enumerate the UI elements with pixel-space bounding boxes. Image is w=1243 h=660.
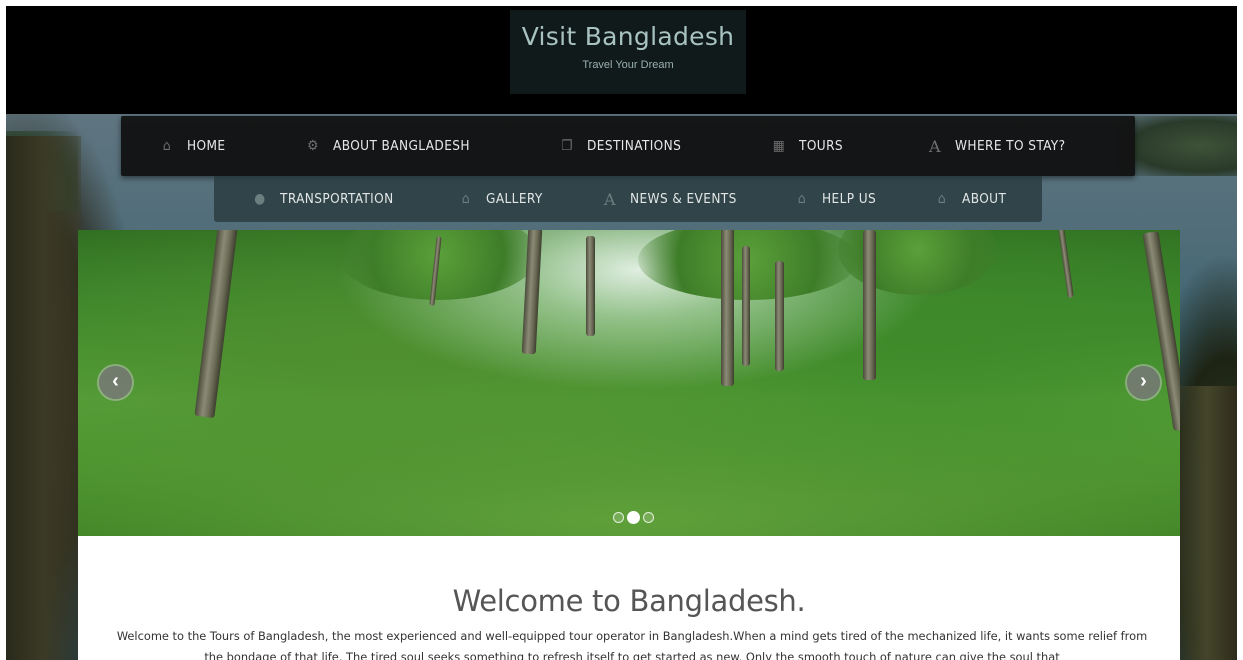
background-hill-right [1117,116,1237,176]
tree-trunk [742,246,750,366]
nav-item-transportation[interactable]: ● TRANSPORTATION [252,191,394,207]
site-tagline: Travel Your Dream [582,59,674,71]
secondary-nav: ● TRANSPORTATION ⌂ GALLERY A NEWS & EVEN… [214,176,1042,222]
nav-item-label: ABOUT [962,191,1007,207]
nav-item-home[interactable]: ⌂ HOME [159,138,225,154]
comment-icon: ● [254,191,266,207]
slider-dot-active[interactable] [627,511,640,524]
nav-item-label: HELP US [822,191,877,207]
nav-item-gallery[interactable]: ⌂ GALLERY [458,191,543,207]
nav-item-about-bangladesh[interactable]: ⚙ ABOUT BANGLADESH [305,138,470,154]
background-rocks-right [1177,386,1237,660]
tree-trunk [721,230,734,386]
main-content: ‹ › Welcome to Bangladesh. Welcome to th… [78,230,1180,660]
primary-nav: ⌂ HOME ⚙ ABOUT BANGLADESH ❐ DESTINATIONS… [121,116,1135,176]
nav-item-help-us[interactable]: ⌂ HELP US [794,191,876,207]
tree-trunk [1142,230,1180,432]
slider-indicators [613,511,654,524]
copy-icon: ❐ [561,138,573,154]
nav-item-tours[interactable]: ▦ TOURS [771,138,843,154]
background-rocks-left [6,136,81,660]
nav-item-destinations[interactable]: ❐ DESTINATIONS [559,138,681,154]
site-frame: Visit Bangladesh Travel Your Dream ⌂ HOM… [6,6,1237,660]
nav-item-label: WHERE TO STAY? [955,138,1066,154]
nav-item-label: ABOUT BANGLADESH [333,138,470,154]
nav-item-label: TRANSPORTATION [280,191,394,207]
nav-item-about[interactable]: ⌂ ABOUT [934,191,1006,207]
nav-item-label: DESTINATIONS [587,138,682,154]
nav-item-news-events[interactable]: A NEWS & EVENTS [602,190,737,209]
home-icon: ⌂ [461,191,471,207]
site-brand[interactable]: Visit Bangladesh Travel Your Dream [510,10,746,94]
font-icon: A [929,136,941,156]
nav-item-label: HOME [187,138,226,154]
nav-item-label: TOURS [799,138,844,154]
nav-item-where-to-stay[interactable]: A WHERE TO STAY? [927,137,1065,156]
nav-item-label: NEWS & EVENTS [630,191,737,207]
grid-icon: ▦ [772,138,786,154]
tree-trunk [194,230,252,419]
tree-trunk [775,261,784,371]
chevron-right-icon: › [1140,370,1147,392]
font-icon: A [604,189,616,209]
slider-next-button[interactable]: › [1127,366,1160,399]
home-icon: ⌂ [162,138,172,154]
slider-dot[interactable] [643,512,654,523]
tree-canopy [838,230,998,295]
tree-trunk [586,236,595,336]
site-title[interactable]: Visit Bangladesh [510,22,746,51]
welcome-text: Welcome to the Tours of Bangladesh, the … [116,629,1148,660]
slider-dot[interactable] [613,512,624,523]
slider-prev-button[interactable]: ‹ [99,366,132,399]
home-icon: ⌂ [797,191,807,207]
nav-item-label: GALLERY [486,191,543,207]
image-slider[interactable]: ‹ › [78,230,1180,536]
chevron-left-icon: ‹ [112,370,119,392]
gears-icon: ⚙ [307,138,319,154]
tree-trunk [1058,230,1074,299]
welcome-title: Welcome to Bangladesh. [452,584,806,619]
home-icon: ⌂ [937,191,947,207]
tree-trunk [863,230,876,380]
page: Visit Bangladesh Travel Your Dream ⌂ HOM… [0,0,1243,660]
